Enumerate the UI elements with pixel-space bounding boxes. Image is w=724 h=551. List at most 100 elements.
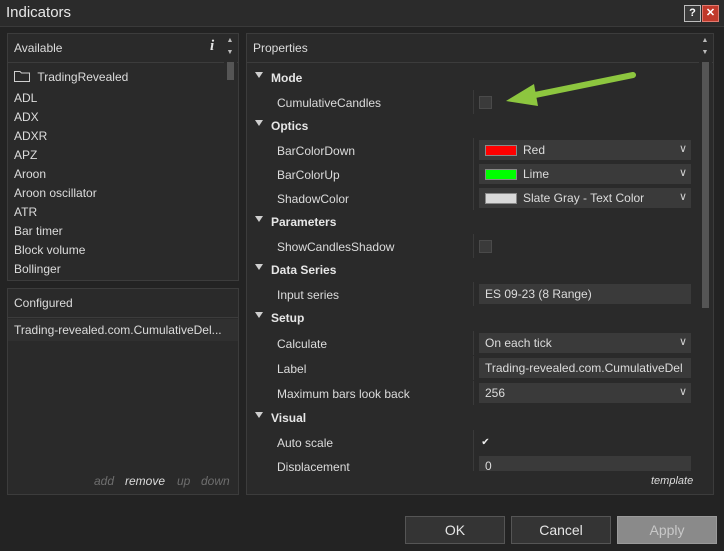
property-show-candles-shadow: ShowCandlesShadow	[247, 234, 697, 258]
max-bars-select[interactable]: 256 ∨	[479, 383, 691, 403]
auto-scale-checkbox[interactable]: ✔	[479, 436, 492, 449]
property-name: ShowCandlesShadow	[277, 240, 395, 254]
list-item[interactable]: Aroon	[14, 167, 46, 181]
list-item-folder[interactable]: TradingRevealed	[14, 70, 128, 84]
property-displacement: Displacement 0	[247, 454, 697, 471]
cancel-button[interactable]: Cancel	[511, 516, 611, 544]
displacement-value: 0	[485, 459, 492, 471]
scroll-up-icon[interactable]: ▲	[699, 36, 711, 46]
property-name: BarColorUp	[277, 168, 340, 182]
property-input-series: Input series ES 09-23 (8 Range)	[247, 282, 697, 306]
displacement-field[interactable]: 0	[479, 456, 691, 471]
property-label: Label Trading-revealed.com.CumulativeDel	[247, 356, 697, 380]
category-label: Data Series	[271, 263, 337, 277]
expand-icon[interactable]	[255, 412, 263, 418]
list-item[interactable]: APZ	[14, 148, 37, 162]
list-item[interactable]: ATR	[14, 205, 37, 219]
expand-icon[interactable]	[255, 120, 263, 126]
show-candles-shadow-checkbox[interactable]	[479, 240, 492, 253]
bar-color-down-select[interactable]: Red ∨	[479, 140, 691, 160]
property-grid: Mode CumulativeCandles Optics BarColorDo…	[247, 66, 699, 471]
divider	[473, 331, 474, 355]
available-header: Available i	[8, 34, 238, 63]
available-scrollbar[interactable]: ▲ ▼	[224, 34, 237, 279]
window-title: Indicators	[6, 4, 72, 21]
color-name: Red	[523, 143, 546, 157]
property-name: Auto scale	[277, 436, 334, 450]
list-item[interactable]: Aroon oscillator	[14, 186, 97, 200]
template-link[interactable]: template	[651, 475, 693, 487]
down-link[interactable]: down	[201, 474, 230, 488]
calculate-select[interactable]: On each tick ∨	[479, 333, 691, 353]
scroll-down-icon[interactable]: ▼	[224, 48, 236, 58]
expand-icon[interactable]	[255, 312, 263, 318]
property-max-bars: Maximum bars look back 256 ∨	[247, 381, 697, 405]
property-shadow-color: ShadowColor Slate Gray - Text Color ∨	[247, 186, 697, 210]
properties-panel: Properties Mode CumulativeCandles Optics…	[246, 33, 714, 495]
list-item[interactable]: ADXR	[14, 129, 47, 143]
expand-icon[interactable]	[255, 72, 263, 78]
category-optics[interactable]: Optics	[247, 114, 697, 138]
list-item[interactable]: ADL	[14, 91, 37, 105]
list-item[interactable]: Bollinger	[14, 262, 61, 276]
available-title: Available	[14, 41, 63, 55]
list-item[interactable]: Block volume	[14, 243, 85, 257]
apply-button[interactable]: Apply	[617, 516, 717, 544]
shadow-color-select[interactable]: Slate Gray - Text Color ∨	[479, 188, 691, 208]
color-swatch	[485, 145, 517, 156]
list-item[interactable]: ADX	[14, 110, 39, 124]
divider	[473, 430, 474, 454]
chevron-down-icon[interactable]: ∨	[679, 166, 687, 179]
property-name: ShadowColor	[277, 192, 350, 206]
input-series-field[interactable]: ES 09-23 (8 Range)	[479, 284, 691, 304]
color-swatch	[485, 169, 517, 180]
category-setup[interactable]: Setup	[247, 306, 697, 330]
calculate-value: On each tick	[485, 336, 552, 350]
chevron-down-icon[interactable]: ∨	[679, 190, 687, 203]
property-bar-color-down: BarColorDown Red ∨	[247, 138, 697, 162]
category-data-series[interactable]: Data Series	[247, 258, 697, 282]
category-visual[interactable]: Visual	[247, 406, 697, 430]
ok-button[interactable]: OK	[405, 516, 505, 544]
property-name: BarColorDown	[277, 144, 356, 158]
scroll-thumb[interactable]	[702, 62, 709, 308]
add-link[interactable]: add	[94, 474, 114, 488]
category-parameters[interactable]: Parameters	[247, 210, 697, 234]
folder-icon	[14, 71, 30, 82]
divider	[473, 138, 474, 162]
list-item[interactable]: Bar timer	[14, 224, 63, 238]
expand-icon[interactable]	[255, 264, 263, 270]
cumulative-candles-checkbox[interactable]	[479, 96, 492, 109]
up-link[interactable]: up	[177, 474, 190, 488]
close-button[interactable]: ✕	[702, 5, 719, 22]
divider	[473, 162, 474, 186]
annotation-arrow-icon	[506, 72, 636, 106]
property-calculate: Calculate On each tick ∨	[247, 331, 697, 355]
configured-header: Configured	[8, 289, 238, 318]
properties-scrollbar[interactable]: ▲ ▼	[699, 34, 712, 493]
remove-link[interactable]: remove	[125, 474, 165, 488]
divider	[473, 186, 474, 210]
label-field[interactable]: Trading-revealed.com.CumulativeDel	[479, 358, 691, 378]
chevron-down-icon[interactable]: ∨	[679, 335, 687, 348]
category-label: Parameters	[271, 215, 337, 229]
chevron-down-icon[interactable]: ∨	[679, 385, 687, 398]
bar-color-up-select[interactable]: Lime ∨	[479, 164, 691, 184]
scroll-down-icon[interactable]: ▼	[699, 48, 711, 58]
property-name: Displacement	[277, 460, 350, 471]
label-value: Trading-revealed.com.CumulativeDel	[485, 361, 683, 375]
chevron-down-icon[interactable]: ∨	[679, 142, 687, 155]
scroll-thumb[interactable]	[227, 62, 234, 80]
scroll-up-icon[interactable]: ▲	[224, 36, 236, 46]
info-icon[interactable]: i	[210, 38, 214, 55]
expand-icon[interactable]	[255, 216, 263, 222]
configured-item[interactable]: Trading-revealed.com.CumulativeDel...	[8, 319, 238, 341]
folder-label: TradingRevealed	[37, 70, 129, 84]
category-label: Setup	[271, 311, 305, 325]
available-list: TradingRevealed ADL ADX ADXR APZ Aroon A…	[8, 63, 223, 278]
help-button[interactable]: ?	[684, 5, 701, 22]
configured-item-label: Trading-revealed.com.CumulativeDel...	[14, 323, 222, 337]
divider	[473, 454, 474, 471]
property-name: CumulativeCandles	[277, 96, 382, 110]
property-name: Label	[277, 362, 307, 376]
